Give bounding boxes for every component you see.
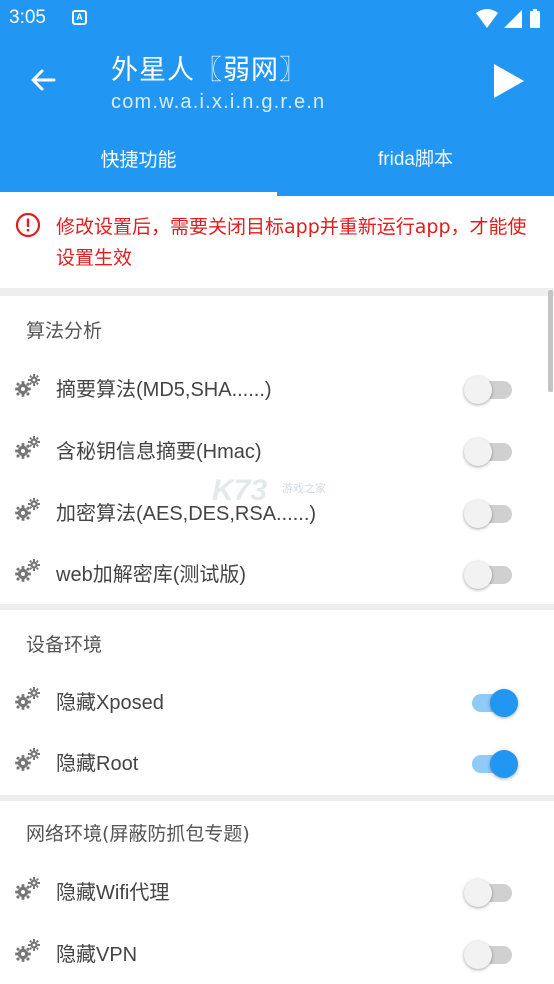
arrow-left-icon[interactable] (24, 60, 64, 100)
tab-label: 快捷功能 (100, 149, 177, 171)
clock: 3:05 (9, 7, 46, 28)
system-icons (476, 9, 540, 28)
scrollbar[interactable] (548, 290, 553, 392)
package-name: com.w.a.i.x.i.n.g.r.e.n (111, 91, 326, 113)
setting-row[interactable]: 隐藏Xposed (0, 669, 554, 731)
watermark-logo: K73 (212, 474, 268, 507)
warning-circle-icon (15, 212, 41, 238)
signal-icon (504, 10, 522, 28)
setting-row[interactable]: 含秘钥信息摘要(Hmac) (0, 418, 554, 480)
section-title: 网络环境(屏蔽防抓包专题) (26, 823, 250, 845)
section-title: 设备环境 (26, 634, 103, 656)
tab-frida-scripts[interactable]: frida脚本 (277, 130, 554, 196)
gears-icon (14, 746, 42, 774)
notice-text: 修改设置后，需要关闭目标app并重新运行app，才能使设置生效 (56, 216, 527, 269)
gears-icon (14, 875, 42, 903)
page-title: 外星人〖弱网〗 (111, 55, 307, 86)
toggle-switch[interactable] (464, 436, 516, 466)
wifi-icon (476, 9, 498, 28)
setting-label: 隐藏Wifi代理 (56, 882, 170, 904)
tab-bar: 快捷功能 frida脚本 (0, 130, 554, 196)
section-algorithm-analysis: 算法分析 摘要算法(MD5,SHA......) 含秘钥信息摘要(Hmac) 加… (0, 296, 554, 604)
toggle-switch[interactable] (464, 374, 516, 404)
setting-label: 隐藏Xposed (56, 692, 164, 714)
toggle-switch[interactable] (464, 939, 516, 969)
setting-row[interactable]: 摘要算法(MD5,SHA......) (0, 356, 554, 418)
notice-banner: 修改设置后，需要关闭目标app并重新运行app，才能使设置生效 (0, 196, 554, 288)
gears-icon (14, 557, 42, 585)
toggle-switch[interactable] (464, 877, 516, 907)
setting-row[interactable]: 隐藏VPN (0, 921, 554, 983)
toggle-switch[interactable] (464, 687, 518, 717)
gears-icon (14, 372, 42, 400)
section-title: 算法分析 (26, 320, 103, 342)
toggle-switch[interactable] (464, 559, 516, 589)
toggle-switch[interactable] (464, 498, 516, 528)
setting-row[interactable]: 隐藏Root (0, 730, 554, 792)
status-bar: 3:05 A (0, 0, 554, 38)
gears-icon (14, 434, 42, 462)
gears-icon (14, 937, 42, 965)
section-network-environment: 网络环境(屏蔽防抓包专题) 隐藏Wifi代理 隐藏VPN (0, 801, 554, 984)
setting-label: 隐藏Root (56, 753, 139, 775)
tab-label: frida脚本 (378, 149, 453, 170)
watermark: K73 游戏之家 (212, 474, 342, 514)
tab-quick-functions[interactable]: 快捷功能 (0, 130, 277, 196)
setting-label: web加解密库(测试版) (56, 564, 247, 586)
gears-icon (14, 496, 42, 524)
setting-label: 摘要算法(MD5,SHA......) (56, 379, 272, 401)
setting-row[interactable]: 隐藏Wifi代理 (0, 859, 554, 921)
setting-label: 隐藏VPN (56, 944, 138, 966)
gears-icon (14, 685, 42, 713)
section-device-environment: 设备环境 隐藏Xposed 隐藏Root (0, 610, 554, 795)
toggle-switch[interactable] (464, 748, 518, 778)
app-bar: 外星人〖弱网〗 com.w.a.i.x.i.n.g.r.e.n 快捷功能 fri… (0, 38, 554, 196)
play-icon[interactable] (492, 62, 526, 100)
watermark-text: 游戏之家 (282, 482, 326, 495)
battery-icon (530, 9, 540, 28)
setting-label: 含秘钥信息摘要(Hmac) (56, 441, 262, 463)
notification-icon: A (72, 10, 87, 25)
setting-row[interactable]: web加解密库(测试版) (0, 541, 554, 603)
